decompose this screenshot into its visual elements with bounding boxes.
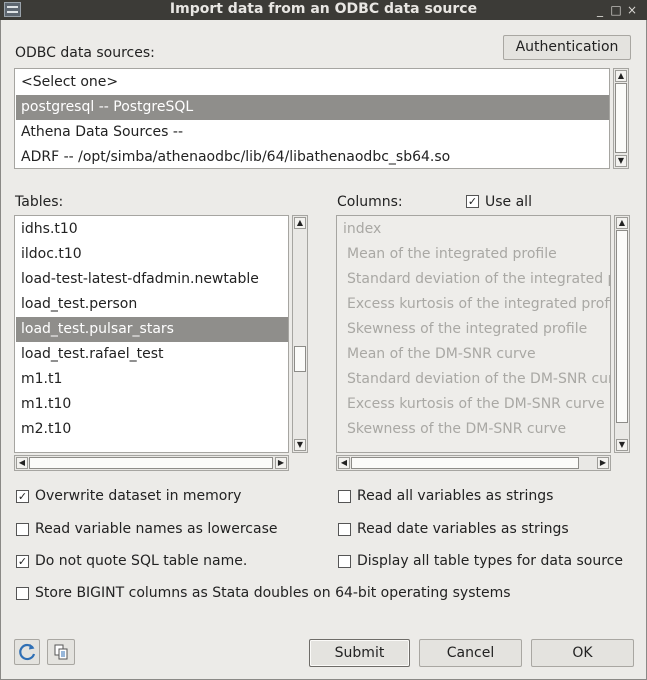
- copy-icon: [54, 644, 68, 660]
- table-item[interactable]: load-test-latest-dfadmin.newtable: [16, 267, 288, 292]
- tables-vscrollbar[interactable]: ▲ ▼: [292, 215, 308, 453]
- table-item[interactable]: m1.t1: [16, 367, 288, 392]
- copy-button[interactable]: [47, 639, 75, 665]
- columns-hscrollbar[interactable]: ◀ ▶: [336, 455, 611, 471]
- scroll-down-icon[interactable]: ▼: [294, 439, 306, 451]
- column-item: Standard deviation of the DM-SNR curve: [347, 371, 611, 387]
- refresh-button[interactable]: [14, 639, 40, 665]
- cancel-button[interactable]: Cancel: [419, 639, 522, 667]
- datestrings-label: Read date variables as strings: [357, 521, 569, 537]
- source-item-select-one[interactable]: <Select one>: [16, 70, 609, 95]
- scroll-down-icon[interactable]: ▼: [615, 155, 627, 167]
- columns-label: Columns:: [337, 194, 403, 210]
- scroll-thumb[interactable]: [615, 83, 627, 153]
- table-item[interactable]: m1.t10: [16, 392, 288, 417]
- scroll-left-icon[interactable]: ◀: [338, 457, 350, 469]
- maximize-icon[interactable]: □: [608, 1, 624, 19]
- ok-button[interactable]: OK: [531, 639, 634, 667]
- tables-list[interactable]: idhs.t10 ildoc.t10 load-test-latest-dfad…: [14, 215, 289, 453]
- column-item: index: [343, 221, 382, 237]
- bigint-label: Store BIGINT columns as Stata doubles on…: [35, 585, 511, 601]
- scroll-right-icon[interactable]: ▶: [597, 457, 609, 469]
- column-item: Skewness of the DM-SNR curve: [347, 421, 567, 437]
- table-item[interactable]: load_test.rafael_test: [16, 342, 288, 367]
- alltypes-checkbox[interactable]: [338, 555, 351, 568]
- column-item: Mean of the integrated profile: [347, 246, 557, 262]
- sources-vscrollbar[interactable]: ▲ ▼: [613, 68, 629, 169]
- scroll-up-icon[interactable]: ▲: [294, 217, 306, 229]
- datestrings-checkbox[interactable]: [338, 523, 351, 536]
- bigint-checkbox[interactable]: [16, 587, 29, 600]
- close-icon[interactable]: ×: [624, 1, 640, 19]
- column-item: Skewness of the integrated profile: [347, 321, 588, 337]
- allstrings-checkbox[interactable]: [338, 490, 351, 503]
- alltypes-label: Display all table types for data source: [357, 553, 623, 569]
- column-item: Excess kurtosis of the integrated profil…: [347, 296, 611, 312]
- scroll-up-icon[interactable]: ▲: [616, 217, 628, 229]
- minimize-icon[interactable]: _: [592, 1, 608, 19]
- source-item-adrf[interactable]: ADRF -- /opt/simba/athenaodbc/lib/64/lib…: [16, 145, 609, 168]
- column-item: Mean of the DM-SNR curve: [347, 346, 536, 362]
- noquote-checkbox[interactable]: ✓: [16, 555, 29, 568]
- lowercase-label: Read variable names as lowercase: [35, 521, 278, 537]
- scroll-thumb[interactable]: [294, 346, 306, 372]
- column-item: Standard deviation of the integrated pro…: [347, 271, 611, 287]
- source-item-postgresql[interactable]: postgresql -- PostgreSQL: [16, 95, 609, 120]
- allstrings-label: Read all variables as strings: [357, 488, 554, 504]
- odbc-sources-list[interactable]: <Select one> postgresql -- PostgreSQL At…: [14, 68, 610, 169]
- scroll-right-icon[interactable]: ▶: [275, 457, 287, 469]
- scroll-thumb[interactable]: [29, 457, 273, 469]
- source-item-athena[interactable]: Athena Data Sources --: [16, 120, 609, 145]
- column-item: Excess kurtosis of the DM-SNR curve: [347, 396, 605, 412]
- columns-list: index Mean of the integrated profile Sta…: [336, 215, 611, 453]
- table-item[interactable]: m2.t10: [16, 417, 288, 442]
- scroll-thumb[interactable]: [351, 457, 579, 469]
- overwrite-label: Overwrite dataset in memory: [35, 488, 242, 504]
- refresh-icon: [19, 643, 36, 661]
- lowercase-checkbox[interactable]: [16, 523, 29, 536]
- table-item-selected[interactable]: load_test.pulsar_stars: [16, 317, 288, 342]
- tables-label: Tables:: [15, 194, 64, 210]
- scroll-left-icon[interactable]: ◀: [16, 457, 28, 469]
- columns-vscrollbar[interactable]: ▲ ▼: [614, 215, 630, 453]
- use-all-checkbox[interactable]: ✓: [466, 195, 479, 208]
- window-title: Import data from an ODBC data source: [169, 1, 478, 17]
- scroll-down-icon[interactable]: ▼: [616, 439, 628, 451]
- use-all-label: Use all: [485, 194, 532, 210]
- table-item[interactable]: idhs.t10: [16, 217, 288, 242]
- table-item[interactable]: ildoc.t10: [16, 242, 288, 267]
- tables-hscrollbar[interactable]: ◀ ▶: [14, 455, 289, 471]
- scroll-thumb[interactable]: [616, 230, 628, 423]
- odbc-sources-label: ODBC data sources:: [15, 45, 155, 61]
- table-item[interactable]: load_test.person: [16, 292, 288, 317]
- scroll-up-icon[interactable]: ▲: [615, 70, 627, 82]
- submit-button[interactable]: Submit: [309, 639, 410, 667]
- overwrite-checkbox[interactable]: ✓: [16, 490, 29, 503]
- authentication-button[interactable]: Authentication: [503, 35, 631, 60]
- noquote-label: Do not quote SQL table name.: [35, 553, 248, 569]
